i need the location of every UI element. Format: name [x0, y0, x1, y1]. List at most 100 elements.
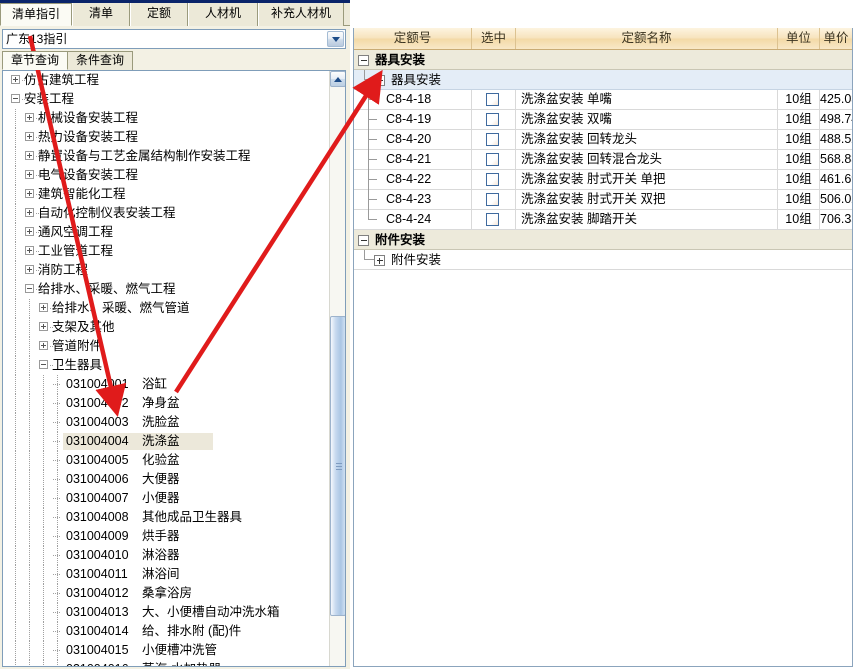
- tree-leaf-item[interactable]: 031004007小便器: [3, 489, 329, 508]
- grid-header-price[interactable]: 单价: [820, 28, 852, 49]
- tree-expand-icon[interactable]: [25, 132, 34, 141]
- tree-expand-icon[interactable]: [25, 227, 34, 236]
- tree-leaf-item[interactable]: 031004011淋浴间: [3, 565, 329, 584]
- group-collapse-icon[interactable]: [358, 235, 369, 246]
- tree-guide-line: [43, 622, 44, 641]
- tree-branch-item[interactable]: 电气设备安装工程: [3, 166, 329, 185]
- tree-leaf-item[interactable]: 031004016蒸汽-水加热器: [3, 660, 329, 666]
- tree-leaf-item[interactable]: 031004002净身盆: [3, 394, 329, 413]
- tree-leaf-item[interactable]: 031004009烘手器: [3, 527, 329, 546]
- tree-branch-item[interactable]: 安装工程: [3, 90, 329, 109]
- tree-collapse-icon[interactable]: [11, 94, 20, 103]
- group-collapse-icon[interactable]: [374, 75, 385, 86]
- tree-guide-line: [15, 489, 16, 508]
- row-checkbox[interactable]: [486, 213, 499, 226]
- tree-item-label: 031004002净身盆: [66, 394, 180, 413]
- group-expand-icon[interactable]: [374, 255, 385, 266]
- tree-collapse-icon[interactable]: [39, 360, 48, 369]
- grid-group-row-level1[interactable]: 附件安装: [354, 230, 852, 250]
- grid-row[interactable]: C8-4-19洗涤盆安装 双嘴10组498.74: [354, 110, 852, 130]
- tree-branch-item[interactable]: 机械设备安装工程: [3, 109, 329, 128]
- grid-row[interactable]: C8-4-22洗涤盆安装 肘式开关 单把10组461.69: [354, 170, 852, 190]
- tree-expand-icon[interactable]: [25, 265, 34, 274]
- tree-branch-item[interactable]: 仿古建筑工程: [3, 71, 329, 90]
- tree-leaf-item[interactable]: 031004003洗脸盆: [3, 413, 329, 432]
- scrollbar-thumb[interactable]: [330, 316, 346, 616]
- grid-cell-unit: 10组: [778, 150, 820, 169]
- grid-row[interactable]: C8-4-18洗涤盆安装 单嘴10组425.03: [354, 90, 852, 110]
- query-tab-1[interactable]: 章节查询: [2, 51, 68, 70]
- grid-header-unit[interactable]: 单位: [778, 28, 820, 49]
- grid-group-row-level1[interactable]: 器具安装: [354, 50, 852, 70]
- tree-expand-icon[interactable]: [39, 341, 48, 350]
- grid-row[interactable]: C8-4-24洗涤盆安装 脚踏开关10组706.35: [354, 210, 852, 230]
- grid-row[interactable]: C8-4-20洗涤盆安装 回转龙头10组488.52: [354, 130, 852, 150]
- quota-grid-body[interactable]: 器具安装器具安装C8-4-18洗涤盆安装 单嘴10组425.03C8-4-19洗…: [354, 50, 852, 270]
- tree-expand-icon[interactable]: [25, 246, 34, 255]
- grid-header-name[interactable]: 定额名称: [516, 28, 778, 49]
- grid-group-row-level2[interactable]: 器具安装: [354, 70, 852, 90]
- tree-expand-icon[interactable]: [25, 189, 34, 198]
- tree-branch-item[interactable]: 管道附件: [3, 337, 329, 356]
- grid-row[interactable]: C8-4-23洗涤盆安装 肘式开关 双把10组506.02: [354, 190, 852, 210]
- tree-item-code: 031004009: [66, 527, 142, 546]
- main-tab-5[interactable]: 补充人材机: [258, 3, 344, 26]
- tree-expand-icon[interactable]: [39, 303, 48, 312]
- row-checkbox[interactable]: [486, 153, 499, 166]
- tree-guide-line: [53, 650, 61, 651]
- tree-branch-item[interactable]: 自动化控制仪表安装工程: [3, 204, 329, 223]
- tree-leaf-item[interactable]: 031004005化验盆: [3, 451, 329, 470]
- grid-row[interactable]: C8-4-21洗涤盆安装 回转混合龙头10组568.83: [354, 150, 852, 170]
- grid-header-code[interactable]: 定额号: [354, 28, 472, 49]
- tree-guide-line: [29, 375, 30, 394]
- grid-cell-code: C8-4-24: [354, 210, 472, 229]
- tree-branch-item[interactable]: 消防工程: [3, 261, 329, 280]
- tree-expand-icon[interactable]: [25, 208, 34, 217]
- tree-expand-icon[interactable]: [25, 113, 34, 122]
- row-checkbox[interactable]: [486, 133, 499, 146]
- tree-expand-icon[interactable]: [11, 75, 20, 84]
- row-checkbox[interactable]: [486, 93, 499, 106]
- tree-leaf-item[interactable]: 031004010淋浴器: [3, 546, 329, 565]
- tree-item-label: 031004012桑拿浴房: [66, 584, 192, 603]
- query-tab-2[interactable]: 条件查询: [67, 51, 133, 70]
- tree-branch-item[interactable]: 支架及其他: [3, 318, 329, 337]
- tree-expand-icon[interactable]: [39, 322, 48, 331]
- main-tab-1[interactable]: 清单指引: [0, 3, 72, 26]
- tree-branch-item[interactable]: 静置设备与工艺金属结构制作安装工程: [3, 147, 329, 166]
- main-tab-2[interactable]: 清单: [72, 3, 130, 26]
- tree-branch-item[interactable]: 工业管道工程: [3, 242, 329, 261]
- row-checkbox[interactable]: [486, 113, 499, 126]
- row-checkbox[interactable]: [486, 173, 499, 186]
- tree-leaf-item[interactable]: 031004015小便槽冲洗管: [3, 641, 329, 660]
- main-tab-3[interactable]: 定额: [130, 3, 188, 26]
- tree-expand-icon[interactable]: [25, 151, 34, 160]
- tree-branch-item[interactable]: 建筑智能化工程: [3, 185, 329, 204]
- tree-collapse-icon[interactable]: [25, 284, 34, 293]
- row-checkbox[interactable]: [486, 193, 499, 206]
- tree-branch-item[interactable]: 给排水、采暖、燃气管道: [3, 299, 329, 318]
- quota-grid[interactable]: 定额号选中定额名称单位单价 器具安装器具安装C8-4-18洗涤盆安装 单嘴10组…: [353, 28, 853, 667]
- tree-leaf-item[interactable]: 031004008其他成品卫生器具: [3, 508, 329, 527]
- main-tab-4[interactable]: 人材机: [188, 3, 258, 26]
- tree-branch-item[interactable]: 热力设备安装工程: [3, 128, 329, 147]
- tree-vertical-scrollbar[interactable]: [329, 71, 345, 666]
- grid-group-row-level2[interactable]: 附件安装: [354, 250, 852, 270]
- grid-header-check[interactable]: 选中: [472, 28, 516, 49]
- catalog-combobox[interactable]: 广东13指引: [2, 29, 346, 49]
- chevron-down-icon[interactable]: [327, 31, 344, 47]
- group-collapse-icon[interactable]: [358, 55, 369, 66]
- chapter-tree[interactable]: 仿古建筑工程安装工程机械设备安装工程热力设备安装工程静置设备与工艺金属结构制作安…: [3, 71, 329, 666]
- tree-expand-icon[interactable]: [25, 170, 34, 179]
- tree-branch-item[interactable]: 通风空调工程: [3, 223, 329, 242]
- tree-leaf-item[interactable]: 031004012桑拿浴房: [3, 584, 329, 603]
- tree-branch-item[interactable]: 给排水、采暖、燃气工程: [3, 280, 329, 299]
- tree-leaf-item[interactable]: 031004004洗涤盆: [3, 432, 329, 451]
- chevron-up-icon[interactable]: [330, 71, 346, 87]
- tree-leaf-item[interactable]: 031004006大便器: [3, 470, 329, 489]
- tree-branch-item[interactable]: 卫生器具: [3, 356, 329, 375]
- tree-leaf-item[interactable]: 031004001浴缸: [3, 375, 329, 394]
- tree-leaf-item[interactable]: 031004013大、小便槽自动冲洗水箱: [3, 603, 329, 622]
- tree-leaf-item[interactable]: 031004014给、排水附 (配)件: [3, 622, 329, 641]
- tree-guide-line: [29, 641, 30, 660]
